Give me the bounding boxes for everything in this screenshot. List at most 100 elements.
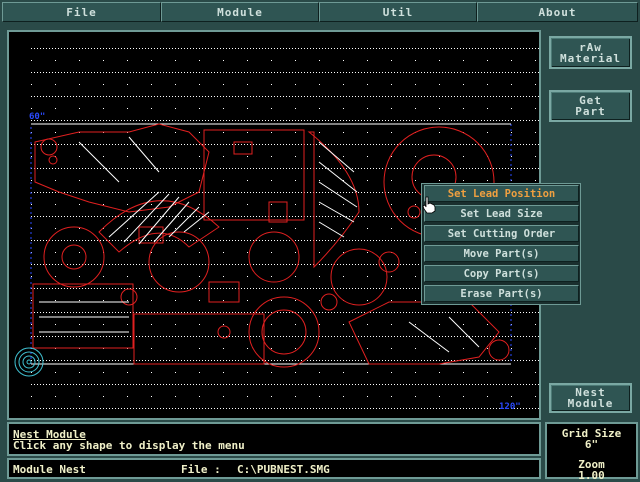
- grid-dot: [61, 120, 62, 121]
- grid-dot: [325, 120, 326, 121]
- ctx-set-cutting-order[interactable]: Set Cutting Order: [424, 225, 579, 242]
- grid-dot: [82, 72, 83, 73]
- grid-dot: [178, 144, 179, 145]
- grid-dot: [427, 360, 428, 361]
- grid-dot: [445, 336, 446, 337]
- grid-dot: [211, 360, 212, 361]
- grid-dot: [379, 408, 380, 409]
- grid-dot: [70, 72, 71, 73]
- grid-dot: [103, 84, 104, 85]
- grid-dot: [370, 48, 371, 49]
- grid-dot: [88, 216, 89, 217]
- grid-dot: [142, 72, 143, 73]
- menu-file[interactable]: File: [2, 2, 161, 22]
- grid-dot: [253, 288, 254, 289]
- grid-dot: [448, 408, 449, 409]
- grid-dot: [103, 324, 104, 325]
- ctx-erase-parts[interactable]: Erase Part(s): [424, 285, 579, 302]
- grid-dot: [76, 192, 77, 193]
- grid-dot: [79, 120, 80, 121]
- grid-dot: [52, 96, 53, 97]
- grid-dot: [343, 204, 344, 205]
- grid-dot: [346, 240, 347, 241]
- grid-dot: [130, 312, 131, 313]
- grid-dot: [151, 180, 152, 181]
- grid-dot: [250, 360, 251, 361]
- grid-dot: [184, 408, 185, 409]
- grid-dot: [187, 48, 188, 49]
- grid-dot: [154, 192, 155, 193]
- grid-dot: [514, 384, 515, 385]
- grid-dot: [349, 360, 350, 361]
- grid-dot: [511, 84, 512, 85]
- grid-dot: [238, 240, 239, 241]
- ctx-set-lead-position[interactable]: Set Lead Position: [424, 185, 579, 202]
- grid-dot: [88, 312, 89, 313]
- grid-dot: [196, 360, 197, 361]
- grid-dot: [493, 120, 494, 121]
- grid-dot: [382, 192, 383, 193]
- part-disk-center-2: [248, 231, 300, 283]
- get-part-button[interactable]: Get Part: [549, 90, 632, 122]
- grid-dot: [217, 168, 218, 169]
- grid-dot: [310, 72, 311, 73]
- raw-material-button[interactable]: rAw Material: [549, 36, 632, 69]
- grid-dot: [295, 264, 296, 265]
- grid-dot: [175, 168, 176, 169]
- grid-dot: [457, 408, 458, 409]
- grid-dot: [538, 48, 539, 49]
- grid-dot: [121, 48, 122, 49]
- grid-dot: [103, 372, 104, 373]
- menu-util[interactable]: Util: [319, 2, 477, 22]
- grid-dot: [418, 336, 419, 337]
- grid-dot: [406, 384, 407, 385]
- grid-dot: [535, 312, 536, 313]
- grid-dot: [61, 360, 62, 361]
- grid-dot: [292, 288, 293, 289]
- grid-dot: [283, 240, 284, 241]
- grid-dot: [424, 120, 425, 121]
- grid-dot: [64, 120, 65, 121]
- grid-dot: [439, 324, 440, 325]
- grid-dot: [124, 216, 125, 217]
- grid-dot: [64, 216, 65, 217]
- grid-dot: [199, 372, 200, 373]
- grid-dot: [100, 216, 101, 217]
- grid-dot: [247, 408, 248, 409]
- grid-dot: [490, 48, 491, 49]
- ctx-copy-parts[interactable]: Copy Part(s): [424, 265, 579, 282]
- menu-about[interactable]: About: [477, 2, 638, 22]
- grid-dot: [394, 336, 395, 337]
- grid-dot: [253, 336, 254, 337]
- grid-dot: [412, 288, 413, 289]
- grid-dot: [115, 120, 116, 121]
- grid-dot: [169, 120, 170, 121]
- grid-dot: [157, 360, 158, 361]
- grid-dot: [343, 108, 344, 109]
- grid-dot: [142, 288, 143, 289]
- menu-module[interactable]: Module: [161, 2, 319, 22]
- grid-dot: [331, 240, 332, 241]
- grid-dot: [256, 120, 257, 121]
- grid-dot: [85, 408, 86, 409]
- grid-dot: [172, 120, 173, 121]
- grid-dot: [532, 360, 533, 361]
- spiral-part[interactable]: [14, 347, 44, 377]
- grid-dot: [445, 72, 446, 73]
- grid-dot: [148, 72, 149, 73]
- grid-dot: [247, 396, 248, 397]
- grid-dot: [400, 120, 401, 121]
- grid-dot: [34, 96, 35, 97]
- grid-dot: [307, 264, 308, 265]
- nest-module-button[interactable]: Nest Module: [549, 383, 632, 413]
- ctx-move-parts[interactable]: Move Part(s): [424, 245, 579, 262]
- grid-dot: [364, 216, 365, 217]
- grid-dot: [148, 192, 149, 193]
- grid-dot: [457, 48, 458, 49]
- grid-dot: [217, 192, 218, 193]
- grid-dot: [337, 408, 338, 409]
- ctx-set-lead-size[interactable]: Set Lead Size: [424, 205, 579, 222]
- grid-dot: [403, 192, 404, 193]
- grid-dot: [100, 168, 101, 169]
- grid-dot: [346, 144, 347, 145]
